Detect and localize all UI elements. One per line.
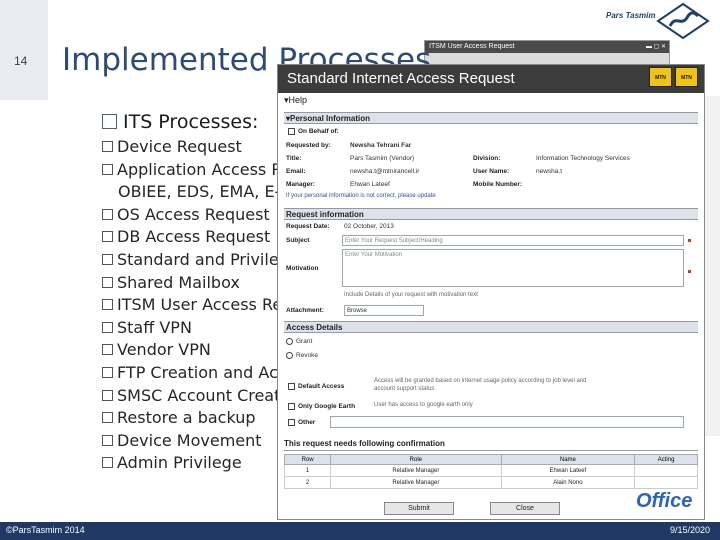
- on-behalf-checkbox[interactable]: [288, 128, 295, 135]
- slide: 14 Pars Tasmim ITSM User Access Request …: [0, 0, 720, 540]
- grant-radio[interactable]: [286, 338, 293, 345]
- slide-accent-bar: [0, 0, 48, 100]
- required-marker: [688, 239, 691, 242]
- bullet-box-icon: [102, 344, 113, 356]
- column-header: Role: [330, 454, 502, 465]
- on-behalf-label: On Behalf of:: [298, 128, 339, 135]
- window-controls-icon[interactable]: ▬ ▢ ✕: [646, 43, 666, 50]
- column-header: Name: [500, 454, 636, 465]
- table-row: 1 Relative Manager Ehwan Lateef: [283, 464, 698, 477]
- help-menu[interactable]: ▾Help: [284, 95, 307, 106]
- default-access-desc: Access will be granted based on internet…: [374, 378, 587, 392]
- confirmation-table: Row Role Name Acting 1 Relative Manager …: [283, 454, 698, 489]
- manager-value: Ehwan Lateef: [350, 181, 390, 188]
- checkbox-bullet-icon: [102, 114, 117, 129]
- table-row: 2 Relative Manager Alain Nono: [283, 476, 698, 489]
- slide-footer: ©ParsTasmim 2014 9/15/2020: [0, 522, 720, 540]
- office-logo: Office: [636, 490, 693, 512]
- subject-input[interactable]: Enter Your Request Subject/Heading: [342, 235, 684, 246]
- division-value: Information Technology Services: [536, 155, 630, 162]
- window-title: Standard Internet Access Request: [278, 65, 704, 93]
- brand-name: Pars Tasmim: [606, 11, 656, 20]
- confirmation-title: This request needs following confirmatio…: [284, 439, 698, 451]
- bullet-box-icon: [102, 299, 113, 311]
- default-access-checkbox[interactable]: [288, 383, 295, 390]
- bullet-box-icon: [102, 412, 113, 424]
- bullet-box-icon: [102, 231, 113, 243]
- attachment-browse-button[interactable]: Browse: [344, 305, 424, 316]
- bullet-box-icon: [102, 389, 113, 401]
- mtn-logo-icon: MTN: [675, 67, 698, 87]
- required-marker: [688, 270, 691, 273]
- title-value: Pars Tasmim (Vendor): [350, 155, 415, 162]
- close-button[interactable]: Close: [490, 502, 560, 515]
- requested-by-value: Newsha Tehrani Far: [350, 142, 412, 149]
- footer-date: 9/15/2020: [669, 525, 710, 535]
- other-checkbox[interactable]: [288, 419, 295, 426]
- section-label: ITS Processes:: [123, 111, 259, 133]
- bg-window-title: ITSM User Access Request: [425, 41, 669, 53]
- section-heading: ITS Processes:: [102, 111, 258, 133]
- slide-number: 14: [14, 54, 28, 68]
- internet-access-request-window: Standard Internet Access Request MTN MTN…: [277, 64, 705, 520]
- google-earth-checkbox[interactable]: [288, 403, 295, 410]
- bullet-box-icon: [102, 434, 113, 446]
- username-value: newsha.t: [536, 168, 563, 175]
- bullet-box-icon: [102, 163, 113, 175]
- column-header: Acting: [634, 454, 698, 465]
- column-header: Row: [283, 454, 332, 465]
- bullet-box-icon: [102, 141, 113, 152]
- bullet-box-icon: [102, 321, 113, 333]
- bullet-box-icon: [102, 457, 113, 469]
- access-details-header[interactable]: Access Details: [284, 321, 698, 333]
- pars-tasmim-logo-icon: [656, 2, 710, 40]
- other-input[interactable]: [330, 416, 684, 428]
- update-info-link[interactable]: If your personal information is not corr…: [286, 193, 436, 199]
- submit-button[interactable]: Submit: [384, 502, 454, 515]
- bullet-box-icon: [102, 366, 113, 378]
- motivation-hint: Include Details of your request with mot…: [344, 292, 478, 298]
- request-info-header[interactable]: Request information: [284, 208, 698, 220]
- motivation-textarea[interactable]: Enter Your Motivation: [342, 249, 684, 287]
- google-earth-desc: User has access to google earth only: [374, 402, 473, 408]
- email-value: newsha.t@mtnirancell.ir: [350, 168, 420, 175]
- bullet-box-icon: [102, 253, 113, 265]
- revoke-radio[interactable]: [286, 352, 293, 359]
- window-logos: MTN MTN: [649, 67, 698, 87]
- bullet-box-icon: [102, 276, 113, 288]
- mtn-logo-icon: MTN: [649, 67, 672, 87]
- personal-info-header[interactable]: ▾Personal Information: [284, 112, 698, 124]
- bullet-box-icon: [102, 208, 113, 220]
- footer-copyright: ©ParsTasmim 2014: [6, 525, 85, 535]
- request-date-value: 02 October, 2013: [344, 223, 394, 230]
